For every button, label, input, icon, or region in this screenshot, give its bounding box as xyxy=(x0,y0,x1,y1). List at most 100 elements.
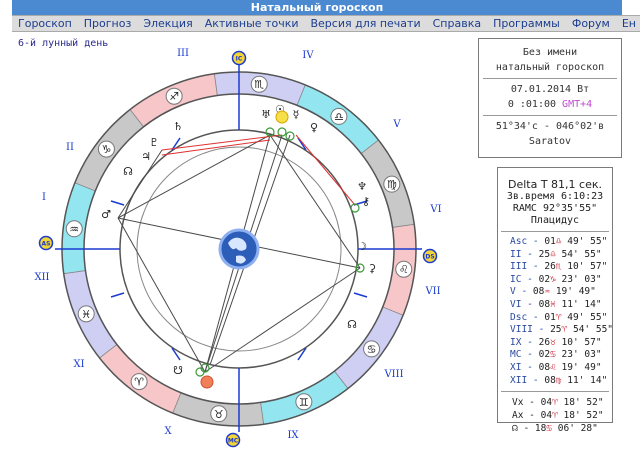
house-number-label: XII xyxy=(34,272,49,283)
jupiter-glyph[interactable]: ♃ xyxy=(141,150,151,163)
saturn-glyph[interactable]: ♄ xyxy=(173,120,183,133)
cusp-dash: - xyxy=(527,374,545,386)
cusp-dash: - xyxy=(527,261,545,273)
venus-glyph[interactable]: ♀ xyxy=(310,121,318,134)
cusp-name: III xyxy=(510,261,528,273)
house-cusp-row: XI - 08♌ 19' 49" xyxy=(498,362,612,375)
natal-chart-wheel[interactable]: ♐♏♎♍♌♋♊♉♈♓♒♑ IIIIII IVVVIVIIVIIIIXXXIXII … xyxy=(0,30,470,475)
timezone: GMT+4 xyxy=(562,99,593,110)
cusp-name: IC xyxy=(510,273,522,285)
house-cusp-row: V - 08♒ 19' 49" xyxy=(498,286,612,299)
menu-help[interactable]: Справка xyxy=(427,17,487,30)
point-minutes: 18' 52" xyxy=(557,410,604,422)
lilith-glyph[interactable]: ☊ xyxy=(347,318,357,331)
cusp-degree: 01 xyxy=(544,311,556,323)
point-minutes: 06' 28" xyxy=(552,423,598,435)
point-degree: - 04 xyxy=(523,410,553,422)
house-cusp-row: MC - 02♋ 23' 03" xyxy=(498,349,612,362)
zodiac-sign-glyph: ♎ xyxy=(334,110,344,123)
cusp-degree: 25 xyxy=(550,324,562,336)
cusp-degree: 08 xyxy=(538,298,551,310)
zodiac-sign-glyph: ♏ xyxy=(254,78,264,91)
house-number-label: VIII xyxy=(383,369,403,380)
chart-name: Без имени xyxy=(522,47,578,58)
angle-badge-label: IC xyxy=(236,56,243,63)
cusp-name: MC xyxy=(510,349,522,361)
cusp-degree: 26 xyxy=(538,336,551,348)
menu-election[interactable]: Элекция xyxy=(137,17,198,30)
house-cusp-row: IX - 26♉ 10' 57" xyxy=(498,337,612,350)
cusp-list: Asc - 01♎ 49' 55" II - 25♎ 54' 55" III - 2… xyxy=(498,236,614,388)
chiron-glyph[interactable]: ⚷ xyxy=(362,195,370,208)
cusp-minutes: 19' 49" xyxy=(555,361,602,373)
delta-t: Delta T 81,1 сек. xyxy=(507,178,602,191)
cusp-degree: 26 xyxy=(544,261,556,273)
cusp-minutes: 49' 55" xyxy=(561,236,608,247)
angle-badge-label: MC xyxy=(228,438,239,445)
southnode-glyph[interactable]: ☋ xyxy=(173,364,183,377)
cusp-dash: - xyxy=(515,286,533,298)
zodiac-sign-glyph: ♋ xyxy=(367,343,377,356)
cusp-dash: - xyxy=(527,311,545,323)
uranus-glyph[interactable]: ♅ xyxy=(261,108,271,121)
zodiac-sign-glyph: ♊ xyxy=(299,396,309,409)
house-cusp-row: III - 26♏ 10' 57" xyxy=(498,261,612,274)
mars-glyph[interactable]: ♂ xyxy=(101,208,111,221)
birth-date: 07.01.2014 Вт xyxy=(510,84,590,95)
menu-horoscope[interactable]: Гороскоп xyxy=(12,17,78,30)
menu-active-points[interactable]: Активные точки xyxy=(199,17,305,30)
point-row: Vx - 04♈ 18' 52" xyxy=(498,396,612,409)
cusp-minutes: 49' 55" xyxy=(561,311,608,323)
house-system: Плацидус xyxy=(530,215,580,226)
menu-print-version[interactable]: Версия для печати xyxy=(304,17,426,30)
menu-programs[interactable]: Программы xyxy=(487,17,566,30)
house-cusp-row: XII - 08♍ 11' 14" xyxy=(498,375,612,388)
house-number-label: X xyxy=(164,426,172,437)
cusp-name: II xyxy=(510,248,522,260)
cusp-minutes: 19' 49" xyxy=(550,286,596,298)
house-number-label: I xyxy=(42,192,46,203)
cusp-dash: - xyxy=(521,361,539,373)
house-number-label: V xyxy=(392,119,401,130)
moon-glyph[interactable]: ☽ xyxy=(357,240,367,253)
menu-forecast[interactable]: Прогноз xyxy=(78,17,138,30)
sidereal-time: Зв.время 6:10:23 xyxy=(506,191,604,202)
ceres-glyph[interactable]: ⚳ xyxy=(368,262,376,275)
zodiac-sign-glyph: ♐ xyxy=(169,90,179,103)
cusp-minutes: 23' 03" xyxy=(555,349,602,361)
cusp-dash: - xyxy=(521,349,539,361)
cusp-dash: - xyxy=(521,273,539,285)
cusp-degree: 08 xyxy=(544,374,556,386)
menu-english[interactable]: Ен xyxy=(616,17,640,30)
cusp-minutes: 54' 55" xyxy=(567,324,614,336)
house-cusp-row: II - 25♎ 54' 55" xyxy=(498,249,612,262)
house-cusp-row: VI - 08♓ 11' 14" xyxy=(498,299,612,312)
house-cusps-panel: Delta T 81,1 сек. Зв.время 6:10:23 RAMC … xyxy=(497,167,614,434)
cusp-minutes: 11' 14" xyxy=(561,374,608,386)
cusp-dash: - xyxy=(527,236,545,247)
jupiter-marker xyxy=(200,375,214,389)
cusp-name: IX xyxy=(510,336,522,348)
mercury-glyph[interactable]: ☿ xyxy=(293,108,300,121)
cusp-minutes: 10' 57" xyxy=(555,336,602,348)
point-name: Vx xyxy=(512,397,524,409)
birth-time: 0 :01:00 xyxy=(507,99,557,110)
cusp-degree: 01 xyxy=(544,236,556,247)
point-degree: - 04 xyxy=(523,397,553,409)
zodiac-sign-glyph: ♓ xyxy=(81,308,91,321)
node-glyph[interactable]: ☊ xyxy=(123,165,133,178)
zodiac-sign-glyph: ♒ xyxy=(69,223,79,236)
house-cusp-row: IC - 02♑ 23' 03" xyxy=(498,274,612,287)
cusp-dash: - xyxy=(521,248,539,260)
neptune-glyph[interactable]: ♆ xyxy=(357,180,367,193)
cusp-name: Dsc xyxy=(510,311,528,323)
menu-forum[interactable]: Форум xyxy=(566,17,616,30)
cusp-name: XII xyxy=(510,374,528,386)
pluto-glyph[interactable]: ♇ xyxy=(149,136,159,149)
cusp-degree: 08 xyxy=(532,286,545,298)
coordinates: 51°34'с - 046°02'в xyxy=(495,121,605,132)
cusp-minutes: 54' 55" xyxy=(555,248,602,260)
point-row: ☊ - 18♋ 06' 28" xyxy=(498,422,612,435)
point-minutes: 18' 52" xyxy=(557,397,604,409)
cusp-degree: 02 xyxy=(538,349,551,361)
